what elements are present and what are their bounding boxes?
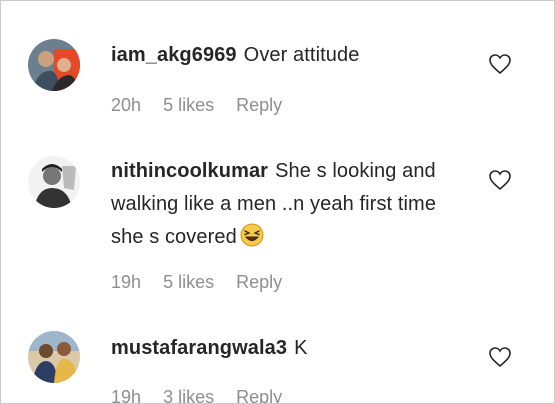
comment-body: K <box>294 337 308 359</box>
avatar[interactable] <box>28 156 80 208</box>
comments-panel: iam_akg6969 Over attitude 20h 5 likes Rep… <box>0 0 555 404</box>
comment-time: 20h <box>111 95 142 115</box>
comment-username[interactable]: nithincoolkumar <box>111 160 268 182</box>
reply-button[interactable]: Reply <box>236 272 282 293</box>
comment-likes[interactable]: 3 likes <box>163 387 214 403</box>
reply-button[interactable]: Reply <box>236 95 282 116</box>
heart-outline-icon[interactable] <box>488 169 512 191</box>
heart-outline-icon[interactable] <box>488 53 512 75</box>
comment-meta: 20h 5 likes Reply <box>111 95 299 116</box>
comment-likes[interactable]: 5 likes <box>163 95 214 116</box>
avatar[interactable] <box>28 39 80 91</box>
reply-button[interactable]: Reply <box>236 387 282 403</box>
comment-body: Over attitude <box>243 44 360 66</box>
comment-text: mustafarangwala3 K <box>111 332 441 365</box>
laughing-face-icon <box>240 223 264 247</box>
comment-username[interactable]: mustafarangwala3 <box>111 337 287 359</box>
comment-username[interactable]: iam_akg6969 <box>111 44 237 66</box>
comment-time: 19h <box>111 387 142 404</box>
comment-text: iam_akg6969 Over attitude <box>111 39 441 72</box>
heart-outline-icon[interactable] <box>488 346 512 368</box>
comment-meta: 19h 5 likes Reply <box>111 272 299 293</box>
avatar[interactable] <box>28 331 80 383</box>
comment-text: nithincoolkumar She s looking and walking… <box>111 155 441 254</box>
comment-time: 19h <box>111 272 142 292</box>
comment-likes[interactable]: 5 likes <box>163 272 214 293</box>
comment-meta: 19h 3 likes Reply <box>111 387 299 404</box>
